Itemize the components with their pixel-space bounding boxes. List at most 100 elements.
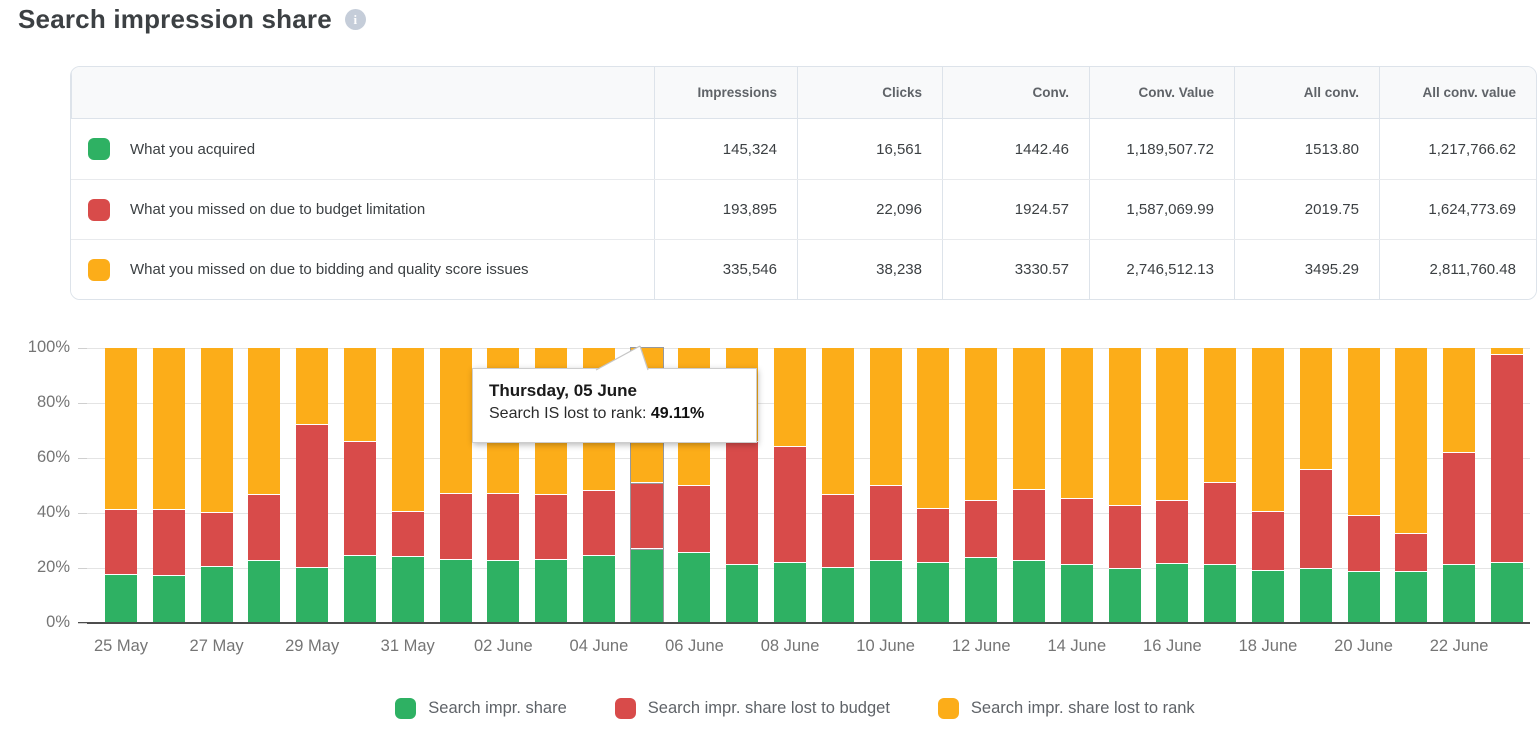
row-label: What you acquired <box>130 141 255 158</box>
info-icon[interactable]: i <box>345 9 366 30</box>
bar-segment <box>1013 561 1045 623</box>
bar-segment <box>392 557 424 623</box>
bar-22-june[interactable] <box>1443 348 1475 623</box>
bar-segment <box>1348 572 1380 623</box>
bar-12-june[interactable] <box>965 348 997 623</box>
bar-segment <box>774 447 806 563</box>
tooltip-date: Thursday, 05 June <box>489 381 740 401</box>
bar-18-june[interactable] <box>1252 348 1284 623</box>
bar-segment <box>105 510 137 575</box>
legend-item[interactable]: Search impr. share <box>395 698 566 719</box>
bar-27-may[interactable] <box>201 348 233 623</box>
bar-segment <box>774 348 806 447</box>
bar-segment <box>870 561 902 623</box>
bar-segment <box>344 442 376 556</box>
column-header: Conv. Value <box>1089 67 1234 118</box>
y-axis-tick <box>78 623 87 624</box>
x-axis-label: 16 June <box>1124 637 1220 656</box>
bar-15-june[interactable] <box>1109 348 1141 623</box>
legend-item[interactable]: Search impr. share lost to rank <box>938 698 1195 719</box>
bar-26-may[interactable] <box>153 348 185 623</box>
metric-value: 16,561 <box>797 119 942 179</box>
bar-segment <box>917 509 949 563</box>
legend-item[interactable]: Search impr. share lost to budget <box>615 698 890 719</box>
bar-11-june[interactable] <box>917 348 949 623</box>
x-axis-label: 25 May <box>73 637 169 656</box>
x-axis-label: 29 May <box>264 637 360 656</box>
chart-legend: Search impr. share Search impr. share los… <box>0 698 1538 719</box>
bar-segment <box>153 510 185 576</box>
y-axis-label: 20% <box>0 558 70 577</box>
bar-14-june[interactable] <box>1061 348 1093 623</box>
tooltip-metric: Search IS lost to rank: 49.11% <box>489 405 740 423</box>
bar-08-june[interactable] <box>774 348 806 623</box>
chart-tooltip: Thursday, 05 June Search IS lost to rank… <box>472 368 757 443</box>
bar-09-june[interactable] <box>822 348 854 623</box>
x-axis-label: 20 June <box>1316 637 1412 656</box>
bar-20-june[interactable] <box>1348 348 1380 623</box>
legend-label: Search impr. share lost to budget <box>648 699 890 718</box>
bar-17-june[interactable] <box>1204 348 1236 623</box>
bar-21-june[interactable] <box>1395 348 1427 623</box>
bar-segment <box>1252 512 1284 571</box>
table-row: What you missed on due to budget limitat… <box>71 179 1536 239</box>
bar-segment <box>1109 506 1141 569</box>
bar-31-may[interactable] <box>392 348 424 623</box>
search-impression-share-panel: Search impression share i ImpressionsCli… <box>0 0 1538 739</box>
bar-segment <box>917 563 949 624</box>
bar-segment <box>1491 563 1523 624</box>
bar-segment <box>1061 348 1093 499</box>
x-axis-label: 04 June <box>551 637 647 656</box>
bar-segment <box>248 561 280 623</box>
bar-segment <box>1156 348 1188 501</box>
bar-segment <box>296 425 328 568</box>
bar-segment <box>822 568 854 623</box>
bar-segment <box>392 512 424 557</box>
bar-segment <box>440 494 472 560</box>
metric-value: 1,189,507.72 <box>1089 119 1234 179</box>
bar-segment <box>440 348 472 494</box>
x-axis-label: 22 June <box>1411 637 1507 656</box>
metric-value: 1513.80 <box>1234 119 1379 179</box>
bar-segment <box>1156 564 1188 623</box>
legend-label: Search impr. share <box>428 699 566 718</box>
bar-01-june[interactable] <box>440 348 472 623</box>
bar-10-june[interactable] <box>870 348 902 623</box>
panel-header: Search impression share i <box>18 4 366 35</box>
metric-value: 1,624,773.69 <box>1379 180 1536 239</box>
column-header: All conv. value <box>1379 67 1536 118</box>
bar-segment <box>678 486 710 553</box>
y-axis-tick <box>78 403 87 404</box>
bar-segment <box>1300 569 1332 623</box>
y-axis-tick <box>78 348 87 349</box>
bar-segment <box>1109 348 1141 506</box>
column-header: Impressions <box>654 67 797 118</box>
x-axis-line <box>78 622 1530 624</box>
column-header: Conv. <box>942 67 1089 118</box>
bar-19-june[interactable] <box>1300 348 1332 623</box>
legend-swatch-icon <box>938 698 959 719</box>
bar-segment <box>248 348 280 495</box>
row-color-swatch <box>88 259 110 281</box>
bar-segment <box>1300 470 1332 569</box>
bar-segment <box>726 565 758 623</box>
bar-segment <box>201 567 233 623</box>
bar-segment <box>726 442 758 566</box>
bar-13-june[interactable] <box>1013 348 1045 623</box>
bar-28-may[interactable] <box>248 348 280 623</box>
bar-segment <box>1061 565 1093 623</box>
page-title: Search impression share <box>18 4 332 35</box>
bar-segment <box>1252 348 1284 512</box>
row-label: What you missed on due to budget limitat… <box>130 201 425 218</box>
metric-value: 1,587,069.99 <box>1089 180 1234 239</box>
bar-29-may[interactable] <box>296 348 328 623</box>
metric-value: 1,217,766.62 <box>1379 119 1536 179</box>
x-axis-label: 02 June <box>455 637 551 656</box>
bar-30-may[interactable] <box>344 348 376 623</box>
bar-23-june[interactable] <box>1491 348 1523 623</box>
y-axis-label: 0% <box>0 613 70 632</box>
bar-segment <box>631 483 663 549</box>
legend-swatch-icon <box>615 698 636 719</box>
bar-25-may[interactable] <box>105 348 137 623</box>
bar-16-june[interactable] <box>1156 348 1188 623</box>
